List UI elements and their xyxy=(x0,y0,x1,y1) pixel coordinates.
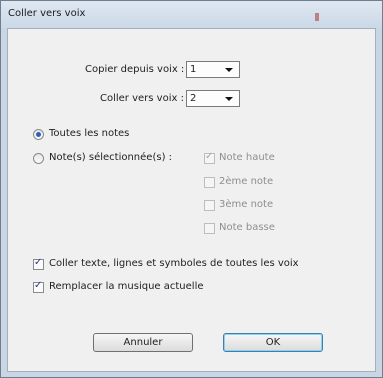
checkmark-icon: ✓ xyxy=(34,280,43,291)
close-button-remnant[interactable] xyxy=(315,13,319,21)
all-notes-radio[interactable] xyxy=(33,129,44,140)
copy-from-voice-label: Copier depuis voix : xyxy=(85,64,185,75)
radio-selected-dot xyxy=(36,132,41,137)
selected-notes-label[interactable]: Note(s) sélectionnée(s) : xyxy=(49,152,172,163)
note-haute-label: Note haute xyxy=(219,152,275,163)
note-basse-checkbox[interactable] xyxy=(204,223,215,234)
second-note-label: 2ème note xyxy=(219,176,274,187)
paste-text-label[interactable]: Coller texte, lignes et symboles de tout… xyxy=(49,258,299,269)
paste-to-voice-select[interactable]: 2 xyxy=(186,90,240,107)
note-haute-checkbox[interactable]: ✓ xyxy=(204,151,215,164)
note-basse-label: Note basse xyxy=(219,222,275,233)
all-notes-label[interactable]: Toutes les notes xyxy=(49,128,129,139)
third-note-checkbox[interactable] xyxy=(204,200,215,211)
paste-to-voice-label: Coller vers voix : xyxy=(100,93,184,104)
paste-text-checkbox[interactable]: ✓ xyxy=(33,257,44,270)
title-bar[interactable]: Coller vers voix xyxy=(1,1,382,28)
ok-button[interactable]: OK xyxy=(223,333,323,352)
checkmark-icon: ✓ xyxy=(205,151,214,162)
chevron-down-icon xyxy=(225,68,233,72)
paste-to-voice-value: 2 xyxy=(190,93,197,104)
dialog-window: Coller vers voix Copier depuis voix : 1 … xyxy=(0,0,383,378)
selected-notes-radio[interactable] xyxy=(33,153,44,164)
replace-music-label[interactable]: Remplacer la musique actuelle xyxy=(49,281,204,292)
second-note-checkbox[interactable] xyxy=(204,177,215,188)
third-note-label: 3ème note xyxy=(219,199,274,210)
copy-from-voice-value: 1 xyxy=(190,64,197,75)
chevron-down-icon xyxy=(225,97,233,101)
checkmark-icon: ✓ xyxy=(34,257,43,268)
dialog-content: Copier depuis voix : 1 Coller vers voix … xyxy=(7,28,376,372)
cancel-button[interactable]: Annuler xyxy=(93,333,193,352)
replace-music-checkbox[interactable]: ✓ xyxy=(33,280,44,293)
copy-from-voice-select[interactable]: 1 xyxy=(186,61,240,78)
window-title: Coller vers voix xyxy=(8,8,86,19)
